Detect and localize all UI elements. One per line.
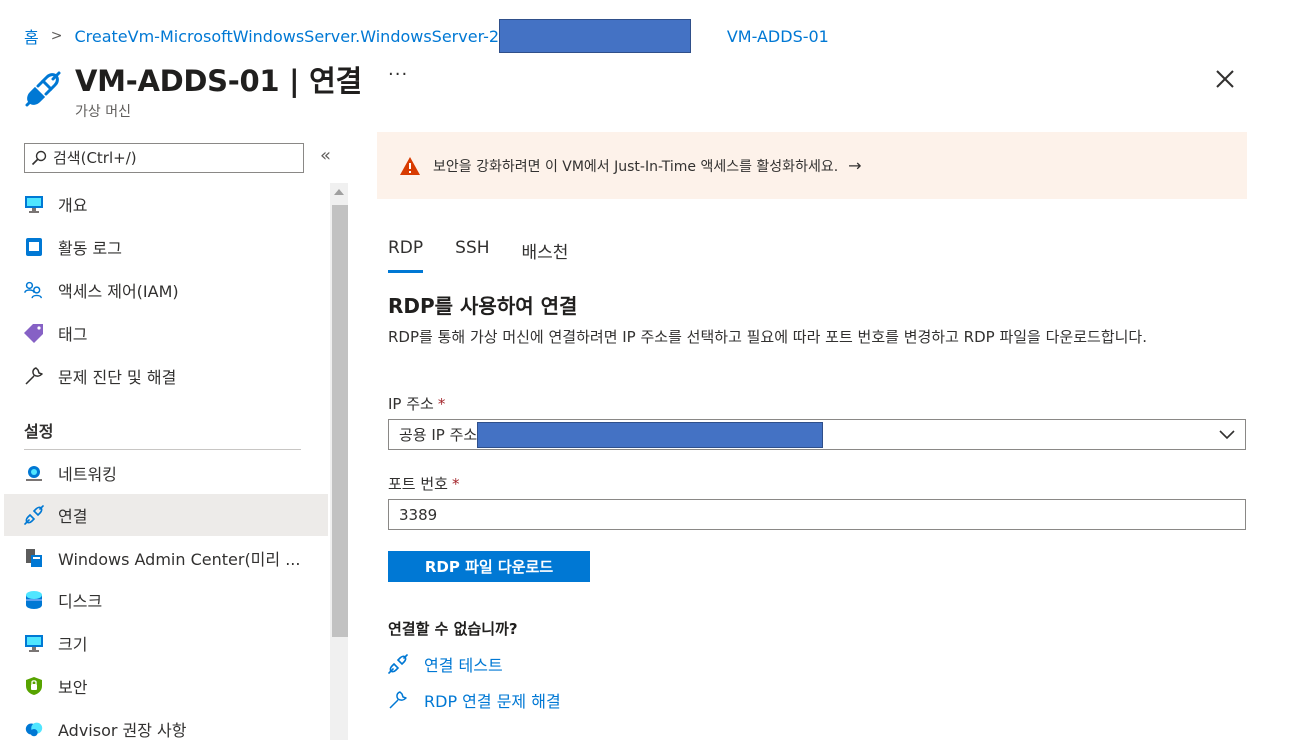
sidebar-item-connect[interactable]: 연결 — [4, 494, 328, 536]
scroll-up-arrow[interactable] — [334, 189, 344, 195]
network-icon — [24, 463, 44, 483]
server-icon — [24, 548, 44, 568]
sidebar-scrollbar[interactable] — [330, 183, 348, 740]
breadcrumb-home[interactable]: 홈 — [24, 24, 39, 48]
sidebar-item-overview[interactable]: 개요 — [4, 183, 328, 225]
sidebar-item-advisor[interactable]: Advisor 권장 사항 — [4, 708, 328, 740]
port-number-label-text: 포트 번호 — [388, 475, 448, 493]
sidebar-item-disks[interactable]: 디스크 — [4, 579, 328, 621]
ip-address-dropdown[interactable]: 공용 IP 주소 — [388, 419, 1246, 450]
disk-icon — [24, 590, 44, 610]
help-link-label: 연결 테스트 — [424, 656, 503, 675]
jit-warning-banner[interactable]: 보안을 강화하려면 이 VM에서 Just-In-Time 액세스를 활성화하세… — [377, 132, 1247, 199]
ip-address-label-text: IP 주소 — [388, 395, 434, 413]
sidebar-item-label: 디스크 — [58, 592, 103, 611]
required-marker: * — [437, 395, 446, 413]
ip-address-label: IP 주소 * — [388, 393, 445, 414]
sidebar-item-label: 연결 — [58, 507, 88, 526]
download-rdp-file-button[interactable]: RDP 파일 다운로드 — [388, 551, 590, 582]
people-icon — [24, 280, 44, 300]
close-icon[interactable] — [1212, 66, 1238, 92]
sidebar-item-label: 액세스 제어(IAM) — [58, 282, 179, 301]
test-connection-link[interactable]: 연결 테스트 — [388, 652, 503, 676]
arrow-right-icon: → — [848, 156, 862, 175]
breadcrumb: 홈 > CreateVm-MicrosoftWindowsServer.Wind… — [24, 19, 829, 53]
redaction-box — [477, 421, 824, 448]
page-title: VM-ADDS-01 | 연결 — [75, 64, 362, 98]
section-divider — [24, 449, 301, 450]
ip-address-selected-value: 공용 IP 주소 — [399, 426, 478, 444]
sidebar-item-size[interactable]: 크기 — [4, 622, 328, 664]
redaction-box — [499, 19, 692, 53]
sidebar-item-label: 태그 — [58, 325, 88, 344]
help-link-label: RDP 연결 문제 해결 — [424, 692, 561, 711]
connection-tabs: RDP SSH 배스천 — [388, 238, 600, 273]
settings-section-label: 설정 — [24, 422, 54, 441]
plug-icon — [25, 71, 61, 107]
sidebar-item-label: Advisor 권장 사항 — [58, 721, 187, 740]
sidebar-item-tags[interactable]: 태그 — [4, 312, 328, 354]
section-description: RDP를 통해 가상 머신에 연결하려면 IP 주소를 선택하고 필요에 따라 … — [388, 328, 1147, 346]
log-icon — [24, 237, 44, 257]
chevron-down-icon — [1219, 430, 1235, 440]
sidebar-item-windows-admin-center[interactable]: Windows Admin Center(미리 ... — [4, 537, 328, 579]
sidebar-item-diagnose[interactable]: 문제 진단 및 해결 — [4, 355, 328, 397]
tab-ssh[interactable]: SSH — [455, 238, 489, 273]
shield-icon — [24, 676, 44, 696]
troubleshoot-rdp-link[interactable]: RDP 연결 문제 해결 — [388, 688, 561, 712]
sidebar-item-label: 개요 — [58, 196, 88, 215]
breadcrumb-resource-group[interactable]: CreateVm-MicrosoftWindowsServer.WindowsS… — [74, 27, 499, 46]
section-title: RDP를 사용하여 연결 — [388, 294, 578, 318]
search-icon — [31, 150, 47, 166]
search-field[interactable] — [53, 149, 283, 167]
search-input[interactable] — [24, 143, 304, 173]
sidebar-item-networking[interactable]: 네트워킹 — [4, 452, 328, 494]
tab-rdp[interactable]: RDP — [388, 238, 424, 273]
breadcrumb-current[interactable]: VM-ADDS-01 — [727, 27, 829, 46]
plug-icon — [388, 654, 408, 674]
wrench-icon — [389, 691, 407, 709]
banner-text: 보안을 강화하려면 이 VM에서 Just-In-Time 액세스를 활성화하세… — [433, 158, 839, 175]
wrench-icon — [24, 366, 44, 386]
required-marker: * — [451, 475, 460, 493]
more-options-button[interactable]: ··· — [388, 64, 408, 85]
sidebar-item-label: Windows Admin Center(미리 ... — [58, 550, 301, 569]
sidebar-item-iam[interactable]: 액세스 제어(IAM) — [4, 269, 328, 311]
monitor-icon — [24, 194, 44, 214]
port-number-input[interactable] — [388, 499, 1246, 530]
sidebar-item-label: 네트워킹 — [58, 465, 117, 484]
tag-icon — [24, 323, 44, 343]
collapse-sidebar-button[interactable]: « — [320, 145, 331, 166]
help-title: 연결할 수 없습니까? — [388, 620, 518, 638]
breadcrumb-separator: > — [50, 28, 63, 44]
sidebar-item-label: 보안 — [58, 678, 88, 697]
sidebar-item-label: 활동 로그 — [58, 239, 122, 258]
sidebar-item-label: 크기 — [58, 635, 88, 654]
cloud-icon — [24, 719, 44, 739]
warning-icon — [400, 156, 420, 175]
plug-icon — [24, 505, 44, 525]
monitor-icon — [24, 633, 44, 653]
sidebar-item-label: 문제 진단 및 해결 — [58, 368, 177, 387]
page-subtitle: 가상 머신 — [75, 104, 131, 120]
tab-bastion[interactable]: 배스천 — [522, 238, 569, 273]
sidebar-item-security[interactable]: 보안 — [4, 665, 328, 707]
scroll-thumb[interactable] — [332, 205, 348, 637]
port-number-label: 포트 번호 * — [388, 473, 459, 494]
sidebar-item-activity-log[interactable]: 활동 로그 — [4, 226, 328, 268]
